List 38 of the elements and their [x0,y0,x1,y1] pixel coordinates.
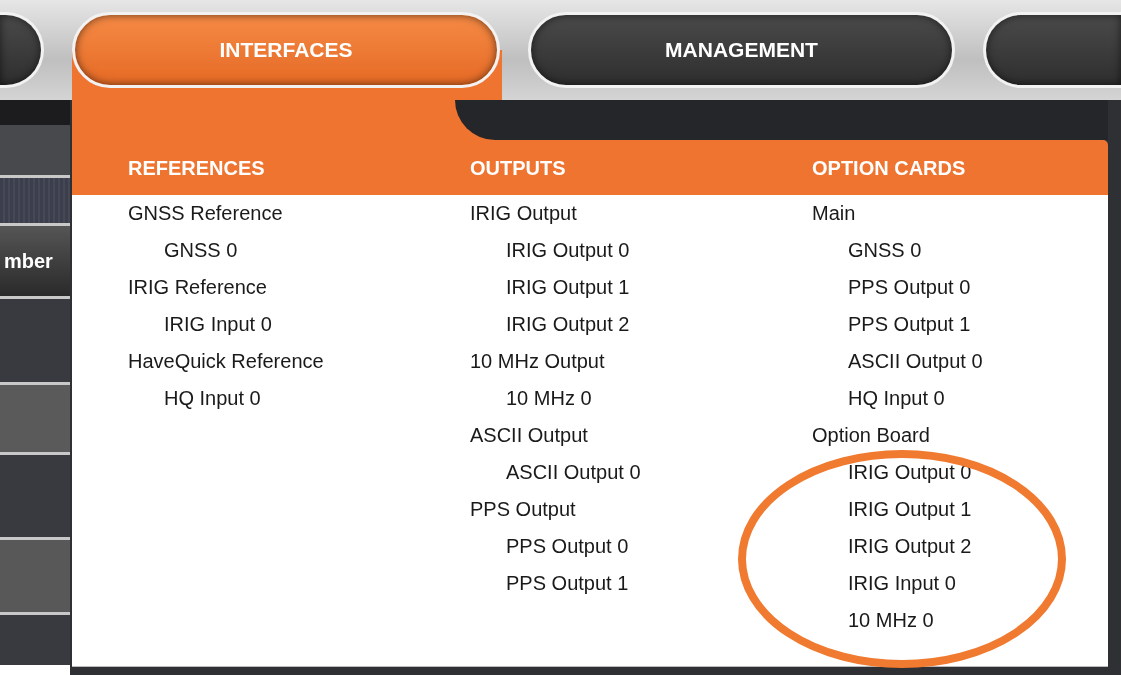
menu-item[interactable]: PPS Output [470,498,576,521]
submenu-item[interactable]: HQ Input 0 [164,387,261,410]
menu-item[interactable]: ASCII Output [470,424,588,447]
menu-heading: OUTPUTS [470,155,566,181]
column-header: mber [4,249,53,274]
menu-item[interactable]: IRIG Output [470,202,577,225]
menu-item[interactable]: Option Board [812,424,930,447]
submenu-item[interactable]: GNSS 0 [848,239,922,262]
toolbar-strip [0,100,70,125]
submenu-item[interactable]: PPS Output 1 [506,572,629,595]
submenu-item[interactable]: IRIG Input 0 [848,572,956,595]
submenu-item[interactable]: GNSS 0 [164,239,238,262]
menu-item[interactable]: HaveQuick Reference [128,350,324,373]
submenu-item[interactable]: HQ Input 0 [848,387,945,410]
table-cell [0,385,70,455]
menu-item[interactable]: IRIG Reference [128,276,267,299]
submenu-item[interactable]: IRIG Output 2 [506,313,630,336]
submenu-item[interactable]: 10 MHz 0 [506,387,592,410]
submenu-item[interactable]: ASCII Output 0 [506,461,641,484]
menu-item[interactable]: Main [812,202,856,225]
submenu-item[interactable]: PPS Output 0 [506,535,629,558]
nav-tab[interactable] [0,12,44,88]
submenu-item[interactable]: IRIG Output 1 [506,276,630,299]
submenu-item[interactable]: 10 MHz 0 [848,609,934,632]
submenu-item[interactable]: IRIG Input 0 [164,313,272,336]
nav-tab[interactable] [983,12,1121,88]
menu-heading: REFERENCES [128,155,265,181]
nav-tab[interactable]: MANAGEMENT [528,12,955,88]
submenu-item[interactable]: IRIG Output 2 [848,535,972,558]
submenu-item[interactable]: PPS Output 0 [848,276,971,299]
menu-item[interactable]: GNSS Reference [128,202,283,225]
menu-heading: OPTION CARDS [812,155,966,181]
submenu-item[interactable]: IRIG Output 0 [506,239,630,262]
menu-item[interactable]: 10 MHz Output [470,350,605,373]
table-cell [0,125,70,178]
submenu-item[interactable]: ASCII Output 0 [848,350,983,373]
submenu-item[interactable]: PPS Output 1 [848,313,971,336]
submenu-item[interactable]: IRIG Output 1 [848,498,972,521]
